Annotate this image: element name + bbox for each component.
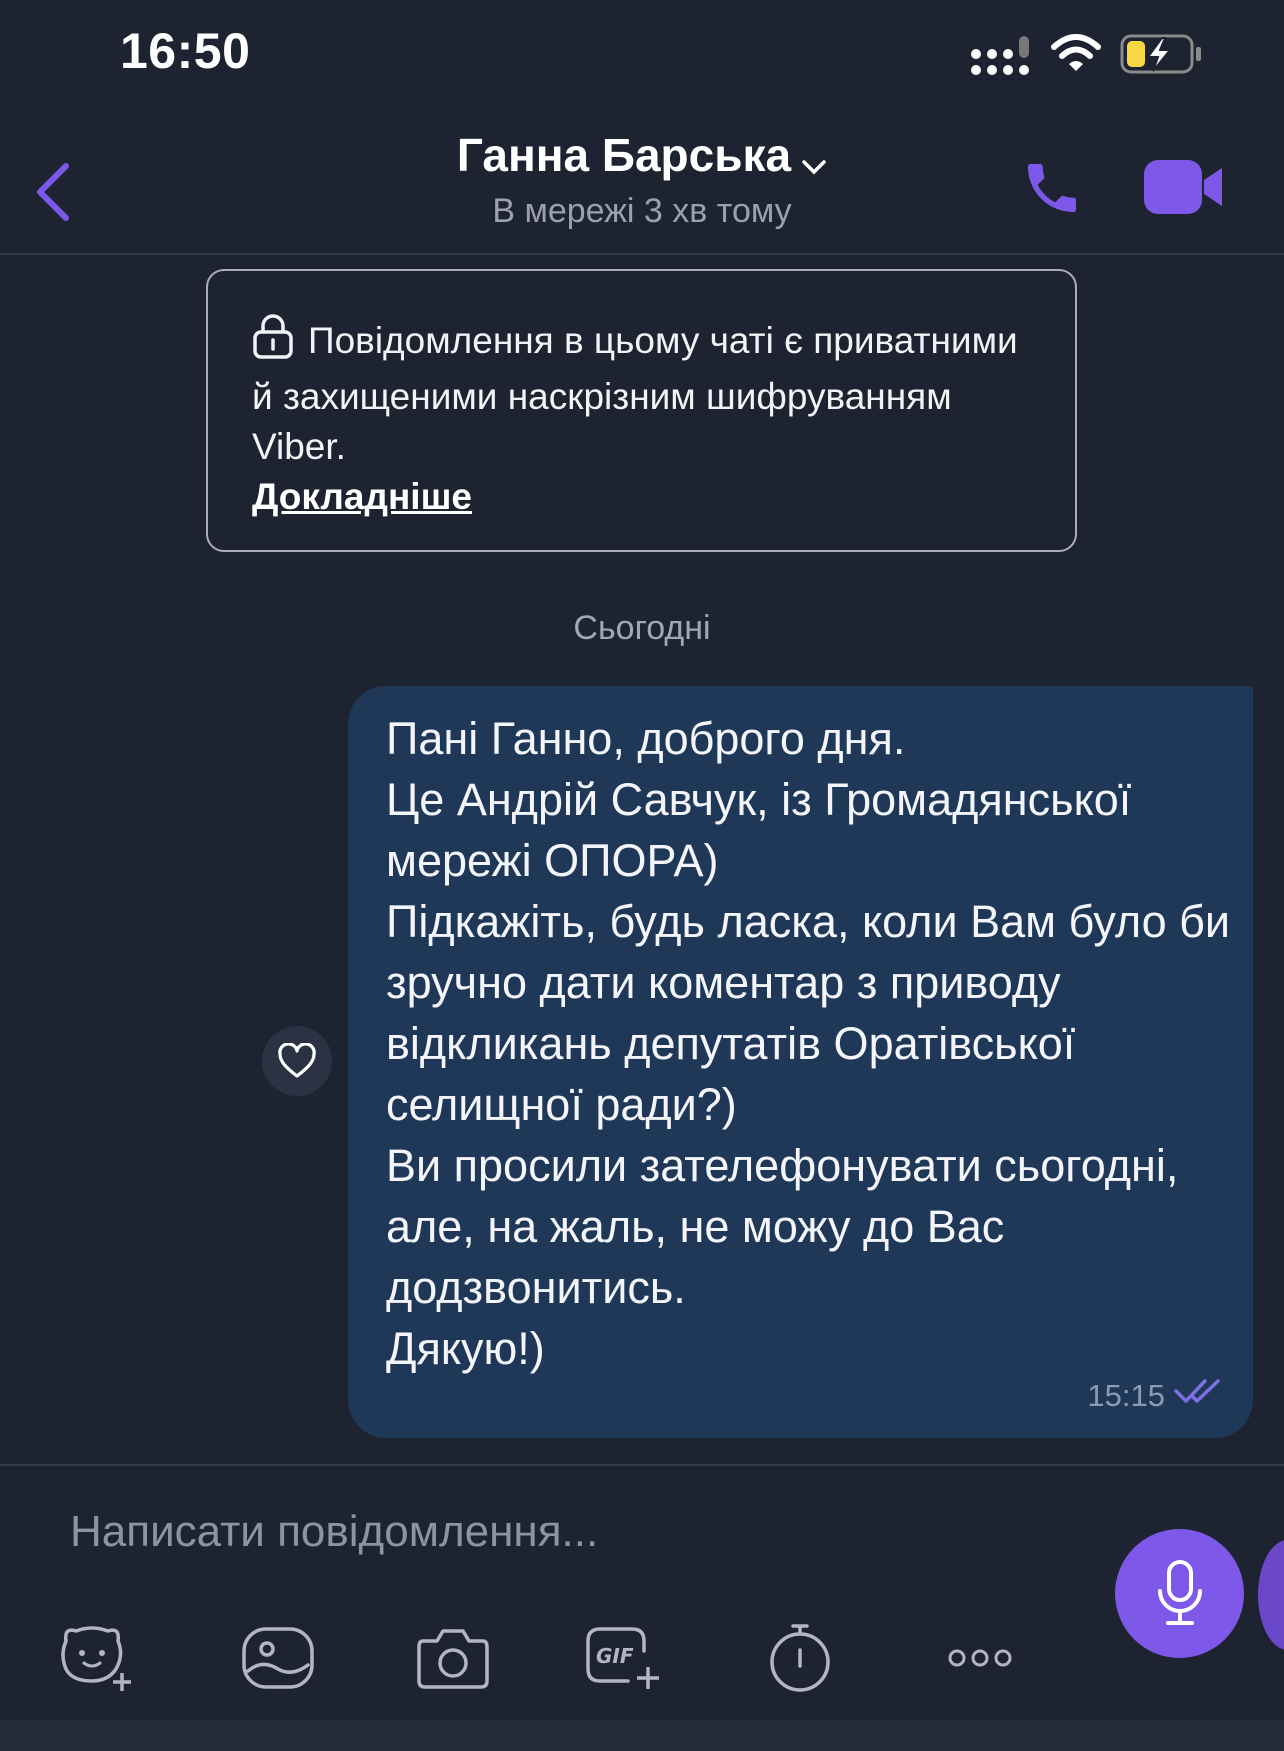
secondary-action-edge[interactable] [1258, 1540, 1284, 1650]
video-call-button[interactable] [1142, 158, 1224, 221]
message-time: 15:15 [1087, 1378, 1165, 1413]
gallery-button[interactable] [238, 1618, 318, 1698]
microphone-icon [1157, 1559, 1202, 1625]
learn-more-link[interactable]: Докладніше [252, 476, 472, 517]
camera-icon [417, 1629, 489, 1689]
double-check-icon [1173, 1377, 1225, 1410]
home-indicator-area [0, 1720, 1284, 1751]
composer-divider [0, 1464, 1284, 1466]
more-icon [948, 1649, 1012, 1667]
contact-name-button[interactable]: Ганна Барська [0, 128, 1284, 186]
voice-message-button[interactable] [1115, 1529, 1244, 1658]
gallery-icon [242, 1627, 314, 1689]
cellular-signal-icon [970, 32, 1032, 81]
call-button[interactable] [1020, 156, 1084, 225]
sticker-button[interactable] [58, 1618, 138, 1698]
phone-icon [1028, 164, 1076, 212]
date-separator: Сьогодні [573, 609, 711, 647]
camera-button[interactable] [413, 1618, 493, 1698]
video-camera-icon [1144, 160, 1222, 214]
encryption-notice: Повідомлення в цьому чаті є приватними й… [206, 269, 1077, 552]
sticker-add-icon [61, 1626, 131, 1691]
outgoing-message[interactable]: Пані Ганно, доброго дня. Це Андрій Савчу… [348, 686, 1253, 1438]
battery-charging-icon [1120, 33, 1204, 80]
presence-status: В мережі 3 хв тому [492, 192, 792, 230]
heart-icon [278, 1043, 316, 1078]
notice-text: Повідомлення в цьому чаті є приватними й… [252, 320, 1018, 467]
header-divider [0, 253, 1284, 255]
status-time: 16:50 [120, 23, 251, 79]
lock-icon [252, 313, 294, 372]
chevron-down-icon [801, 132, 827, 186]
gif-add-icon: GIF [586, 1627, 659, 1689]
wifi-icon [1050, 33, 1102, 78]
svg-text:GIF: GIF [596, 1644, 634, 1668]
contact-name: Ганна Барська [456, 129, 792, 181]
message-input[interactable]: Написати повідомлення... [70, 1507, 598, 1557]
gif-button[interactable]: GIF [584, 1618, 664, 1698]
disappearing-timer-button[interactable] [760, 1618, 840, 1698]
like-button[interactable] [262, 1026, 332, 1096]
timer-icon [770, 1624, 830, 1692]
message-text: Пані Ганно, доброго дня. Це Андрій Савчу… [386, 713, 1231, 1374]
more-button[interactable] [940, 1618, 1020, 1698]
